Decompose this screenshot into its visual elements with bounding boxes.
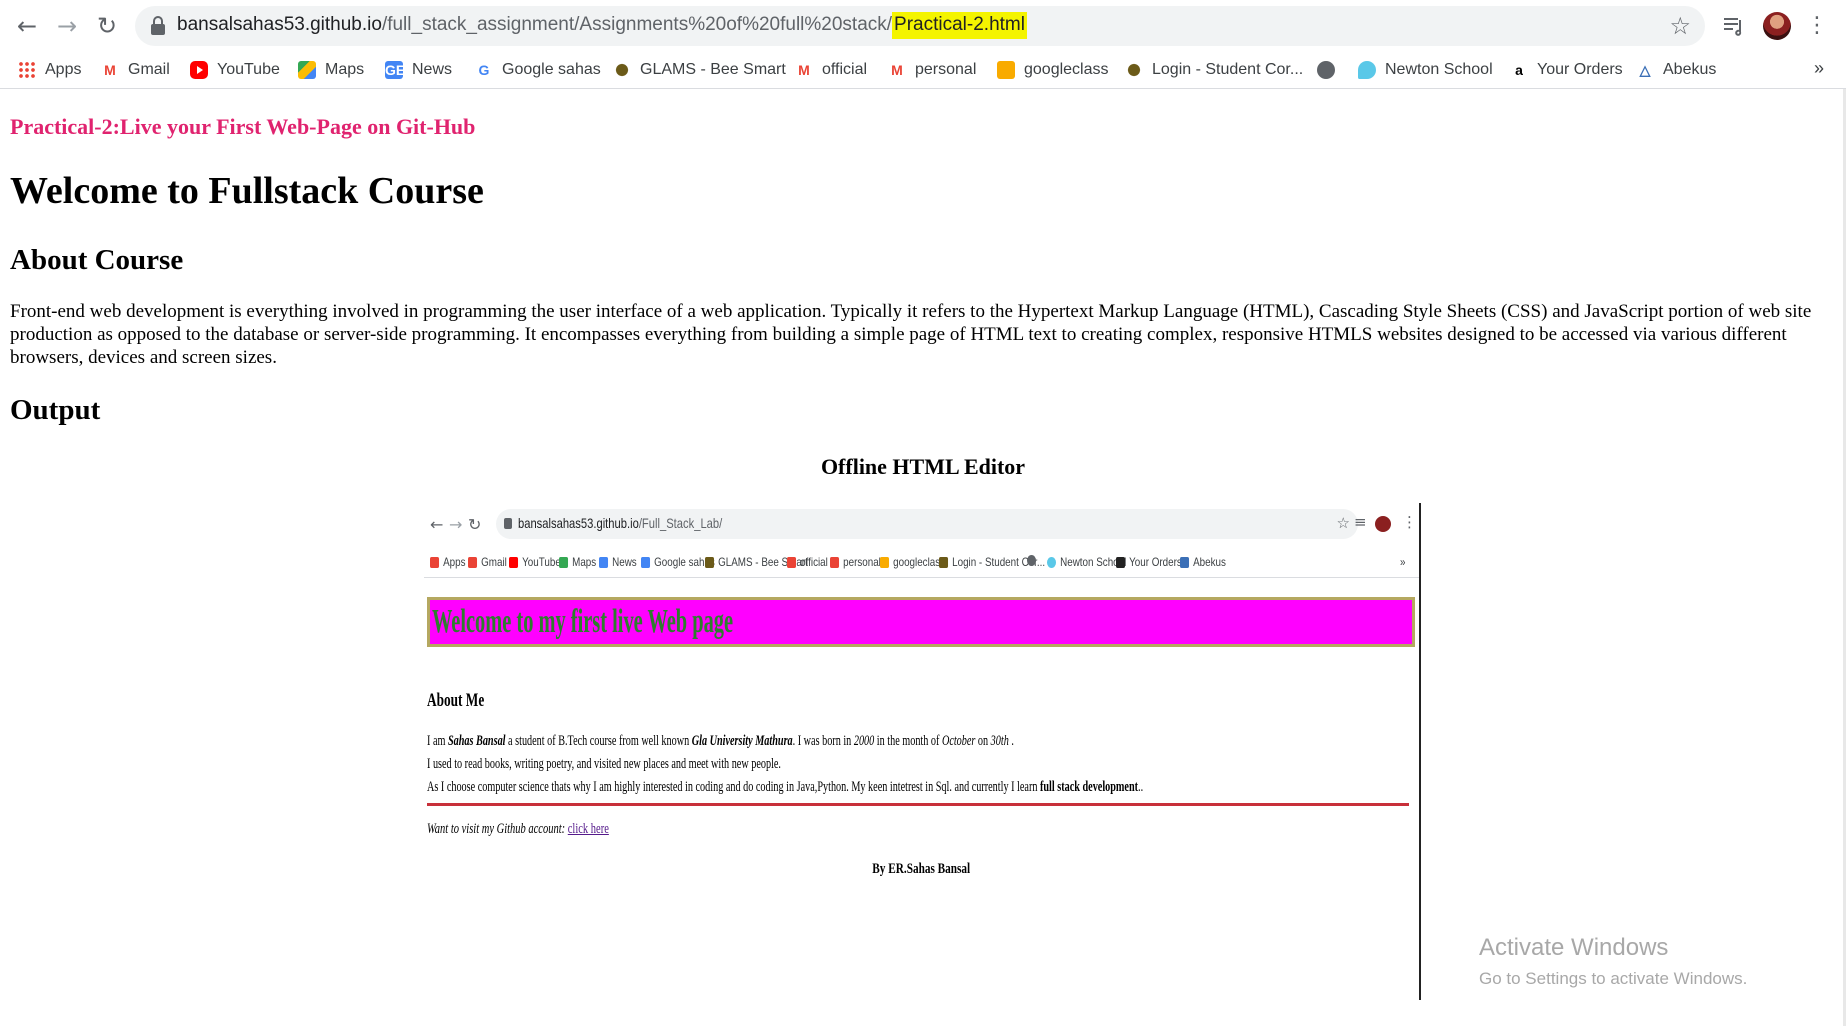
reload-icon: ↻ — [96, 12, 118, 40]
output-screenshot: ← → ↻ bansalsahas53.github.io/Full_Stack… — [424, 503, 1421, 1000]
reading-list-icon[interactable] — [1722, 13, 1746, 37]
globe-icon — [1317, 61, 1335, 79]
bookmarks-more-button[interactable]: » — [1814, 58, 1824, 79]
bookmarks-more: » — [1400, 555, 1406, 569]
bookmark-apps[interactable]: Apps — [18, 58, 81, 82]
bio-line-3: As I choose computer science thats why I… — [427, 779, 1144, 795]
arrow-left-icon: ← — [16, 12, 38, 40]
about-course-heading: About Course — [10, 244, 184, 276]
screenshot-bookmarks-bar: Apps Gmail YouTube Maps News Google saha… — [424, 547, 1419, 578]
bookmark-google-sahas[interactable]: G Google sahas — [475, 58, 601, 82]
output-caption: Offline HTML Editor — [820, 454, 1026, 479]
bookmark-item: Apps — [430, 555, 466, 569]
classroom-icon — [997, 61, 1015, 79]
practical-title: Practical-2:Live your First Web-Page on … — [10, 114, 476, 139]
bookmark-item: official — [787, 555, 828, 569]
github-link[interactable]: click here — [568, 821, 609, 837]
bookmark-maps[interactable]: Maps — [298, 58, 364, 82]
divider — [427, 803, 1409, 806]
url-text[interactable]: bansalsahas53.github.io/full_stack_assig… — [177, 12, 1027, 39]
browser-toolbar: ← → ↻ bansalsahas53.github.io/full_stack… — [0, 0, 1846, 52]
bookmark-item: News — [599, 555, 637, 569]
profile-avatar[interactable] — [1763, 12, 1791, 40]
lock-icon — [151, 16, 165, 35]
bookmark-gmail[interactable]: M Gmail — [101, 58, 170, 82]
url-highlight: Practical-2.html — [892, 12, 1027, 39]
bookmark-googleclass[interactable]: googleclass — [997, 58, 1109, 82]
bookmark-star-icon[interactable]: ☆ — [1669, 12, 1691, 40]
bookmark-item: Newton School — [1047, 555, 1126, 569]
abekus-icon: △ — [1639, 62, 1651, 78]
avatar — [1375, 516, 1391, 532]
lock-icon — [504, 518, 512, 529]
reload-icon: ↻ — [468, 515, 482, 534]
bookmark-newton-school[interactable]: Newton School — [1358, 58, 1493, 82]
arrow-left-icon: ← — [430, 515, 444, 534]
bookmarks-bar: Apps M Gmail YouTube Maps GE News G Google … — [0, 52, 1846, 89]
arrow-right-icon: → — [449, 515, 463, 534]
bookmark-item: YouTube — [509, 555, 561, 569]
bookmark-news[interactable]: GE News — [385, 58, 452, 82]
bookmark-personal[interactable]: Mpersonal — [888, 58, 976, 82]
maps-icon — [298, 61, 316, 79]
bookmark-your-orders[interactable]: a Your Orders — [1510, 58, 1623, 82]
reload-button[interactable]: ↻ — [91, 10, 123, 42]
bookmark-youtube[interactable]: YouTube — [190, 58, 280, 82]
gmail-icon: M — [798, 62, 810, 78]
bio-line-2: I used to read books, writing poetry, an… — [427, 756, 781, 772]
bookmark-item: Google sahas — [641, 555, 715, 569]
reading-list-icon: ≡ — [1354, 513, 1367, 531]
gmail-icon: M — [104, 62, 116, 78]
bookmark-item: personal — [830, 555, 881, 569]
about-me-heading: About Me — [427, 690, 485, 711]
bookmark-item: googleclass — [880, 555, 945, 569]
screenshot-page: Welcome to my first live Web page About … — [424, 583, 1419, 1000]
author-credit: By ER.Sahas Bansal — [872, 861, 971, 877]
bee-icon — [613, 61, 631, 79]
bookmark-item: Gmail — [468, 555, 507, 569]
bookmark-item: Your Orders — [1116, 555, 1182, 569]
bookmark-official[interactable]: Mofficial — [795, 58, 867, 82]
apps-grid-icon — [18, 61, 36, 79]
activate-windows-title: Activate Windows — [1479, 934, 1669, 961]
menu-kebab-icon: ⋮ — [1402, 513, 1417, 531]
bookmark-glams[interactable]: GLAMS - Bee Smart — [613, 58, 786, 82]
output-heading: Output — [10, 394, 101, 426]
welcome-banner: Welcome to my first live Web page — [427, 597, 1415, 647]
about-course-text: Front-end web development is everything … — [10, 301, 1812, 368]
google-icon: G — [478, 62, 490, 78]
bookmark-abekus[interactable]: △ Abekus — [1636, 58, 1717, 82]
arrow-right-icon: → — [56, 12, 78, 40]
menu-kebab-icon[interactable]: ⋮ — [1806, 10, 1828, 42]
bookmark-item: Maps — [559, 555, 596, 569]
page-heading: Welcome to Fullstack Course — [10, 170, 484, 212]
bee-icon — [1125, 61, 1143, 79]
github-line: Want to visit my Github account: click h… — [427, 821, 609, 837]
gmail-icon: M — [891, 62, 903, 78]
activate-windows-subtitle: Go to Settings to activate Windows. — [1479, 969, 1748, 988]
bookmark-globe[interactable] — [1317, 58, 1344, 82]
bio-line-1: I am Sahas Bansal a student of B.Tech co… — [427, 733, 1014, 749]
star-icon: ☆ — [1336, 514, 1350, 532]
forward-button[interactable]: → — [51, 10, 83, 42]
bookmark-login[interactable]: Login - Student Cor... — [1125, 58, 1303, 82]
amazon-icon: a — [1515, 62, 1523, 78]
bookmark-item: Abekus — [1180, 555, 1226, 569]
bookmark-item — [1027, 555, 1040, 566]
back-button[interactable]: ← — [11, 10, 43, 42]
newton-icon — [1358, 61, 1376, 79]
address-bar[interactable]: bansalsahas53.github.io/full_stack_assig… — [135, 6, 1705, 46]
page-content: Practical-2:Live your First Web-Page on … — [0, 89, 1846, 1026]
youtube-icon — [190, 61, 208, 79]
news-icon: GE — [385, 61, 406, 79]
screenshot-url: bansalsahas53.github.io/Full_Stack_Lab/ — [518, 515, 723, 531]
screenshot-address-bar: bansalsahas53.github.io/Full_Stack_Lab/ … — [496, 509, 1358, 539]
screenshot-toolbar: ← → ↻ bansalsahas53.github.io/Full_Stack… — [424, 503, 1419, 547]
